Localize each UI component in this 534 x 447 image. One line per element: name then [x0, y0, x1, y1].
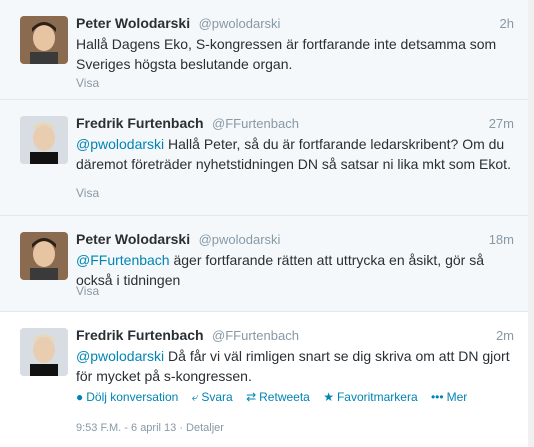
tweet-header: Fredrik Furtenbach @FFurtenbach 27m — [76, 115, 514, 133]
reply-arrow-icon: ⤶ — [191, 390, 199, 404]
author-name[interactable]: Fredrik Furtenbach — [76, 327, 204, 343]
speech-bubble-icon: ● — [76, 390, 84, 404]
avatar-image — [20, 328, 68, 376]
mention-link[interactable]: @pwolodarski — [76, 136, 164, 152]
avatar[interactable] — [20, 16, 68, 64]
show-link[interactable]: Visa — [76, 76, 99, 90]
tweet-time[interactable]: 2h — [500, 16, 514, 31]
tweet-text: @pwolodarski Då får vi väl rimligen snar… — [76, 346, 516, 386]
mention-link[interactable]: @pwolodarski — [76, 348, 164, 364]
star-icon: ★ — [323, 390, 334, 404]
author-name[interactable]: Peter Wolodarski — [76, 231, 190, 247]
dots-icon: ••• — [430, 390, 444, 404]
retweet-label: Retweeta — [259, 390, 310, 404]
tweet-header: Peter Wolodarski @pwolodarski 18m — [76, 231, 514, 249]
tweet[interactable]: Fredrik Furtenbach @FFurtenbach 27m @pwo… — [0, 100, 534, 216]
author-handle[interactable]: @FFurtenbach — [212, 328, 299, 343]
mention-link[interactable]: @FFurtenbach — [76, 252, 170, 268]
avatar[interactable] — [20, 116, 68, 164]
tweet-text: @FFurtenbach äger fortfarande rätten att… — [76, 250, 516, 290]
avatar-image — [20, 232, 68, 280]
author-name[interactable]: Fredrik Furtenbach — [76, 115, 204, 131]
author-handle[interactable]: @pwolodarski — [199, 232, 281, 247]
hide-conversation-label: Dölj konversation — [86, 390, 179, 404]
tweet-header: Peter Wolodarski @pwolodarski 2h — [76, 15, 514, 33]
reply-label: Svara — [201, 390, 233, 404]
tweet-text: Hallå Dagens Eko, S-kongressen är fortfa… — [76, 34, 516, 74]
hide-conversation-button[interactable]: ● Dölj konversation — [76, 390, 178, 404]
author-handle[interactable]: @pwolodarski — [199, 16, 281, 31]
retweet-icon: ⇄ — [246, 390, 257, 404]
avatar[interactable] — [20, 232, 68, 280]
more-label: Mer — [446, 390, 468, 404]
tweet-text: @pwolodarski Hallå Peter, så du är fortf… — [76, 134, 516, 174]
tweet[interactable]: Peter Wolodarski @pwolodarski 18m @FFurt… — [0, 216, 534, 312]
show-link[interactable]: Visa — [76, 186, 99, 200]
favorite-button[interactable]: ★ Favoritmarkera — [323, 390, 417, 404]
scrollbar[interactable] — [528, 0, 534, 447]
reply-button[interactable]: ⤶ Svara — [192, 390, 233, 404]
tweet-header: Fredrik Furtenbach @FFurtenbach 2m — [76, 327, 514, 345]
author-handle[interactable]: @FFurtenbach — [212, 116, 299, 131]
tweet-time[interactable]: 18m — [489, 232, 514, 247]
avatar[interactable] — [20, 328, 68, 376]
tweet-body: Hallå Dagens Eko, S-kongressen är fortfa… — [76, 36, 497, 72]
tweet-meta[interactable]: 9:53 F.M. - 6 april 13 · Detaljer — [76, 422, 224, 434]
tweet[interactable]: Peter Wolodarski @pwolodarski 2h Hallå D… — [0, 0, 534, 100]
tweet-time[interactable]: 27m — [489, 116, 514, 131]
tweet-actions: ● Dölj konversation ⤶ Svara ⇄ Retweeta ★ Fav… — [76, 390, 477, 405]
avatar-image — [20, 116, 68, 164]
author-name[interactable]: Peter Wolodarski — [76, 15, 190, 31]
tweet-expanded[interactable]: Fredrik Furtenbach @FFurtenbach 2m @pwol… — [0, 312, 534, 447]
conversation-timeline: Peter Wolodarski @pwolodarski 2h Hallå D… — [0, 0, 534, 447]
tweet-time[interactable]: 2m — [496, 328, 514, 343]
more-button[interactable]: ••• Mer — [431, 390, 467, 404]
favorite-label: Favoritmarkera — [336, 390, 418, 404]
retweet-button[interactable]: ⇄ Retweeta — [246, 390, 310, 404]
show-link[interactable]: Visa — [76, 284, 99, 298]
avatar-image — [20, 16, 68, 64]
